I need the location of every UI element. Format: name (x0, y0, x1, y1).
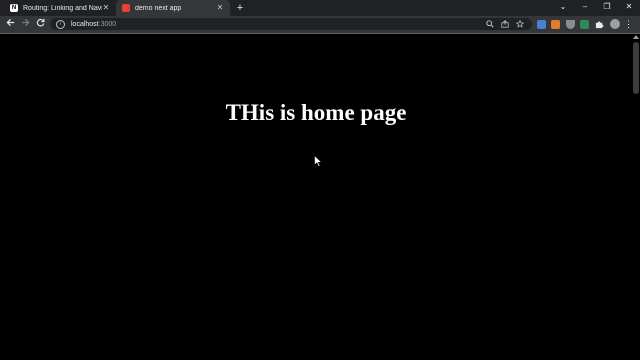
shield-icon[interactable] (566, 20, 575, 29)
tab-title: Routing: Linking and Navigating (23, 4, 102, 12)
forward-icon[interactable] (19, 18, 31, 30)
nextjs-favicon-icon: N (10, 4, 18, 12)
extension-icon[interactable] (551, 20, 560, 29)
tab-close-icon[interactable]: ✕ (102, 4, 110, 12)
tab-search-icon[interactable]: ⌄ (552, 0, 574, 16)
tab-title: demo next app (135, 4, 182, 12)
tab-close-icon[interactable]: ✕ (216, 4, 224, 12)
new-tab-button[interactable]: + (234, 2, 246, 14)
scroll-up-icon[interactable] (633, 35, 639, 39)
tab-demo-next-app[interactable]: demo next app ✕ (116, 0, 230, 16)
back-icon[interactable] (4, 18, 16, 30)
page-heading: THis is home page (225, 100, 407, 125)
scrollbar-thumb[interactable] (633, 42, 639, 94)
close-window-button[interactable]: ✕ (618, 0, 640, 16)
tab-strip: N Routing: Linking and Navigating ✕ demo… (0, 0, 640, 16)
extension-icon[interactable] (580, 20, 589, 29)
site-info-icon[interactable]: i (56, 19, 65, 29)
browser-window: N Routing: Linking and Navigating ✕ demo… (0, 0, 640, 360)
page-viewport: THis is home page (0, 34, 632, 360)
minimize-button[interactable]: – (574, 0, 596, 16)
menu-icon[interactable]: ⋮ (624, 18, 633, 30)
share-icon[interactable] (501, 20, 509, 28)
bookmark-star-icon[interactable] (515, 19, 525, 28)
tab-routing-docs[interactable]: N Routing: Linking and Navigating ✕ (4, 0, 116, 16)
profile-avatar[interactable] (610, 19, 620, 29)
url-host: localhost (71, 20, 99, 28)
extension-icon[interactable] (537, 20, 546, 29)
address-bar[interactable]: i localhost :3000 (50, 18, 532, 30)
mouse-cursor-icon (314, 154, 323, 167)
app-favicon-icon (122, 4, 130, 12)
reload-icon[interactable] (34, 18, 46, 30)
browser-toolbar: i localhost :3000 ⋮ (0, 16, 640, 33)
zoom-icon[interactable] (486, 20, 494, 28)
url-port: :3000 (98, 20, 117, 28)
puzzle-icon[interactable] (595, 20, 604, 29)
restore-button[interactable]: ❐ (596, 0, 618, 16)
